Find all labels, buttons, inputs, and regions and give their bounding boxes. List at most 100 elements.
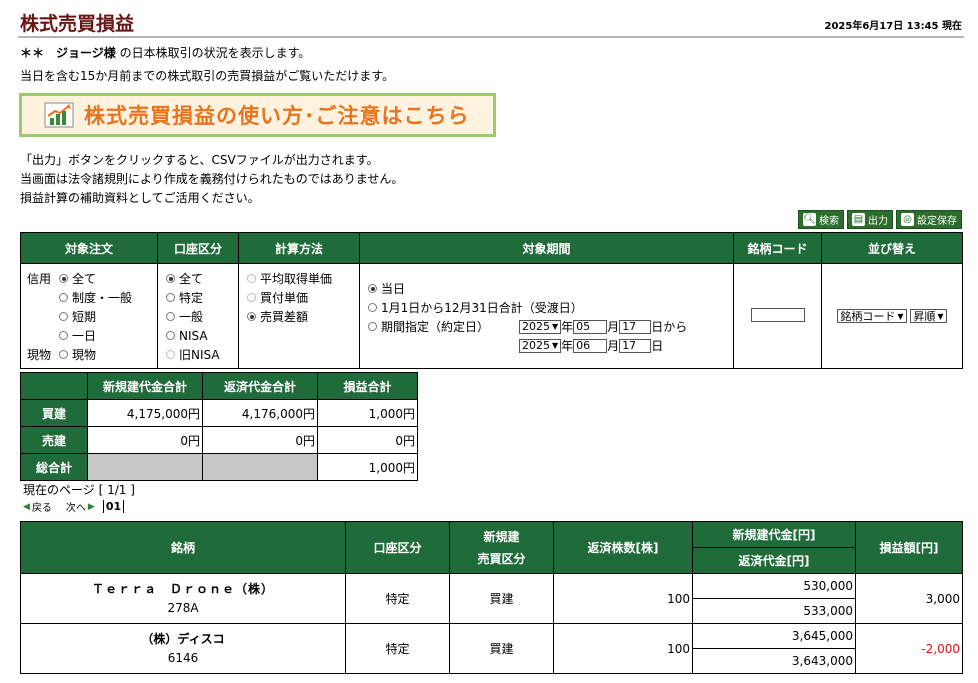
- results-header-type: 新規建 売買区分: [449, 521, 554, 574]
- order-radio-oneday[interactable]: [59, 331, 68, 340]
- summary-row-label: 買建: [20, 399, 88, 427]
- sort-cell: 銘柄コード ▼ 昇順 ▼: [821, 263, 963, 369]
- next-page-link[interactable]: 次へ: [66, 499, 86, 514]
- order-option-label: 全て: [72, 272, 97, 286]
- account-option-label: 特定: [179, 291, 204, 305]
- unit-label: 年: [561, 320, 574, 334]
- unit-label: 日: [651, 339, 664, 353]
- period-radio-range[interactable]: [368, 322, 377, 331]
- header-code: 銘柄コード: [733, 232, 822, 264]
- stock-name-cell: Ｔｅｒｒａ Ｄｒｏｎｅ（株） 278A: [20, 573, 346, 624]
- order-radio-seido[interactable]: [59, 293, 68, 302]
- account-radio-nisa[interactable]: [166, 331, 175, 340]
- to-month-input[interactable]: 06: [573, 338, 608, 353]
- sort-field-select[interactable]: 銘柄コード ▼: [837, 309, 907, 323]
- stock-name[interactable]: Ｔｅｒｒａ Ｄｒｏｎｅ（株）: [22, 580, 344, 599]
- order-option-label: 制度・一般: [72, 291, 133, 305]
- stock-name[interactable]: （株）ディスコ: [22, 630, 344, 649]
- profit-loss: -2,000: [855, 623, 963, 674]
- order-option-label: 現物: [72, 348, 97, 362]
- prev-page-link[interactable]: 戻る: [32, 499, 52, 514]
- from-day-input[interactable]: 17: [619, 319, 652, 334]
- summary-open-value: 0円: [87, 426, 203, 454]
- summary-header-close: 返済代金合計: [202, 372, 318, 400]
- period-radio-today[interactable]: [368, 284, 377, 293]
- usage-guide-label: 株式売買損益の使い方･ご注意はこちら: [84, 104, 470, 128]
- from-year-value: 2025: [522, 320, 550, 333]
- unit-label: 日から: [651, 320, 688, 334]
- calc-radio-diff[interactable]: [247, 312, 256, 321]
- account-option-label: 旧NISA: [179, 348, 220, 362]
- account-option-label: 一般: [179, 310, 204, 324]
- calc-option-label: 平均取得単価: [260, 272, 333, 286]
- calc-option-label: 買付単価: [260, 291, 309, 305]
- summary-header-pl: 損益合計: [317, 372, 418, 400]
- search-icon: 🔍︎: [803, 213, 816, 226]
- credit-label: 信用: [27, 272, 52, 286]
- unit-label: 年: [561, 339, 574, 353]
- chevron-down-icon: ▼: [897, 311, 904, 321]
- genbutsu-label: 現物: [27, 348, 52, 362]
- order-option-label: 一日: [72, 329, 97, 343]
- results-header-close: 返済代金[円]: [692, 547, 856, 574]
- account-radio-old-nisa[interactable]: [166, 350, 175, 359]
- note-line: 損益計算の補助資料としてご活用ください。: [20, 191, 260, 205]
- current-page[interactable]: 01: [102, 500, 125, 513]
- note-line: 当画面は法令諸規則により作成を義務付けられたものではありません。: [20, 172, 404, 186]
- order-radio-short[interactable]: [59, 312, 68, 321]
- calc-radio-buy-price[interactable]: [247, 293, 256, 302]
- order-radio-all[interactable]: [59, 274, 68, 283]
- summary-pl-value: 1,000円: [317, 453, 418, 481]
- output-button[interactable]: ▤ 出力: [847, 210, 893, 229]
- results-header-account: 口座区分: [345, 521, 450, 574]
- usage-guide-banner[interactable]: 株式売買損益の使い方･ご注意はこちら: [19, 93, 496, 137]
- from-month-input[interactable]: 05: [573, 319, 608, 334]
- summary-row: 売建 0円 0円 0円: [20, 426, 418, 454]
- from-year-select[interactable]: 2025 ▼: [519, 319, 562, 334]
- header-order: 対象注文: [20, 232, 158, 264]
- unit-label: 月: [607, 320, 620, 334]
- account-radio-tokutei[interactable]: [166, 293, 175, 302]
- to-day-input[interactable]: 17: [619, 338, 652, 353]
- save-settings-button[interactable]: ◎ 設定保存: [896, 210, 962, 229]
- search-button[interactable]: 🔍︎ 検索: [798, 210, 844, 229]
- to-year-value: 2025: [522, 339, 550, 352]
- profit-loss: 3,000: [855, 573, 963, 624]
- summary-close-value: 0円: [202, 426, 318, 454]
- sort-order-select[interactable]: 昇順 ▼: [910, 309, 947, 323]
- search-conditions-table: 対象注文 口座区分 計算方法 対象期間 銘柄コード 並び替え 信用 全て 制度・一…: [20, 232, 963, 369]
- stock-code-input[interactable]: [750, 307, 805, 322]
- summary-pl-value: 1,000円: [317, 399, 418, 427]
- summary-pl-value: 0円: [317, 426, 418, 454]
- header-calc: 計算方法: [238, 232, 360, 264]
- trade-type: 買建: [449, 573, 554, 624]
- summary-row: 買建 4,175,000円 4,176,000円 1,000円: [20, 399, 418, 427]
- summary-close-value: 4,176,000円: [202, 399, 318, 427]
- account-option-label: 全て: [179, 272, 204, 286]
- toolbar: 🔍︎ 検索 ▤ 出力 ◎ 設定保存: [798, 210, 962, 229]
- summary-header-blank: [20, 372, 88, 400]
- quantity: 100: [553, 623, 693, 674]
- period-radio-year[interactable]: [368, 303, 377, 312]
- header-sort: 並び替え: [821, 232, 963, 264]
- header-account: 口座区分: [157, 232, 239, 264]
- page-info: 現在のページ [ 1/1 ]: [23, 483, 135, 497]
- account-type: 特定: [345, 573, 450, 624]
- results-table: 銘柄 口座区分 新規建 売買区分 返済株数[株] 新規建代金[円] 損益額[円]…: [20, 521, 963, 674]
- printer-icon: ▤: [852, 213, 865, 226]
- account-type: 特定: [345, 623, 450, 674]
- title-divider: [18, 36, 964, 38]
- period-option-label: 当日: [381, 282, 406, 296]
- to-year-select[interactable]: 2025 ▼: [519, 338, 562, 353]
- account-radio-all[interactable]: [166, 274, 175, 283]
- order-radio-genbutsu[interactable]: [59, 350, 68, 359]
- note-line: 「出力」ボタンをクリックすると、CSVファイルが出力されます。: [20, 153, 379, 167]
- summary-row: 総合計 1,000円: [20, 453, 418, 481]
- account-radio-ippan[interactable]: [166, 312, 175, 321]
- account-cell: 全て 特定 一般 NISA 旧NISA: [157, 263, 239, 369]
- chevron-down-icon: ▼: [552, 341, 559, 350]
- open-amount: 530,000: [692, 573, 856, 599]
- calc-radio-average[interactable]: [247, 274, 256, 283]
- close-amount: 533,000: [692, 598, 856, 624]
- user-name: ＊＊ ジョージ様: [20, 46, 116, 60]
